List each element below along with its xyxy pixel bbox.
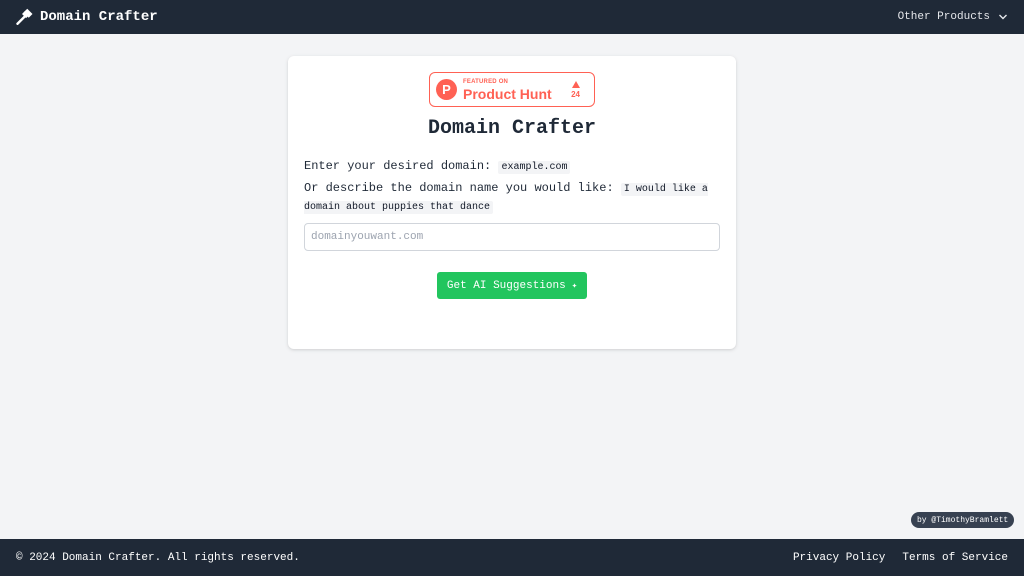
get-ai-suggestions-button[interactable]: Get AI Suggestions ✦ (437, 272, 587, 299)
upvote-triangle-icon (571, 80, 580, 88)
author-credit-badge[interactable]: by @TimothyBramlett (911, 512, 1015, 528)
instruction-describe-text: Or describe the domain name you would li… (304, 181, 621, 195)
page-title: Domain Crafter (427, 117, 597, 140)
other-products-label: Other Products (897, 11, 990, 23)
app-title: Domain Crafter (40, 9, 158, 25)
domain-input[interactable] (304, 223, 720, 251)
vote-count: 24 (571, 89, 580, 99)
sparkle-icon: ✦ (571, 280, 578, 291)
terms-of-service-link[interactable]: Terms of Service (902, 552, 1008, 564)
product-hunt-text: FEATURED ON Product Hunt (463, 79, 552, 101)
example-domain-code: example.com (498, 161, 571, 174)
product-hunt-name: Product Hunt (463, 85, 552, 102)
featured-on-label: FEATURED ON (463, 78, 509, 85)
privacy-policy-link[interactable]: Privacy Policy (793, 552, 885, 564)
top-nav-bar: Domain Crafter Other Products (0, 0, 1024, 34)
instruction-domain-text: Enter your desired domain: (304, 159, 499, 173)
other-products-dropdown[interactable]: Other Products (898, 11, 1008, 23)
product-hunt-logo-icon: P (436, 79, 457, 100)
product-hunt-badge[interactable]: P FEATURED ON Product Hunt 24 (429, 72, 595, 107)
chevron-down-icon (998, 12, 1008, 22)
author-credit-label: by @TimothyBramlett (917, 515, 1009, 525)
instruction-domain: Enter your desired domain: example.com (304, 159, 571, 174)
upvote-count: 24 (571, 80, 580, 99)
get-ai-suggestions-label: Get AI Suggestions (446, 279, 566, 292)
copyright-text: © 2024 Domain Crafter. All rights reserv… (16, 551, 300, 564)
domain-form-card: P FEATURED ON Product Hunt 24 Domain Cra… (288, 56, 736, 349)
page-footer: © 2024 Domain Crafter. All rights reserv… (0, 539, 1024, 576)
footer-links: Privacy Policy Terms of Service (793, 552, 1008, 564)
hammer-icon (16, 8, 34, 26)
instruction-describe: Or describe the domain name you would li… (304, 180, 720, 216)
brand-home-link[interactable]: Domain Crafter (16, 8, 158, 26)
